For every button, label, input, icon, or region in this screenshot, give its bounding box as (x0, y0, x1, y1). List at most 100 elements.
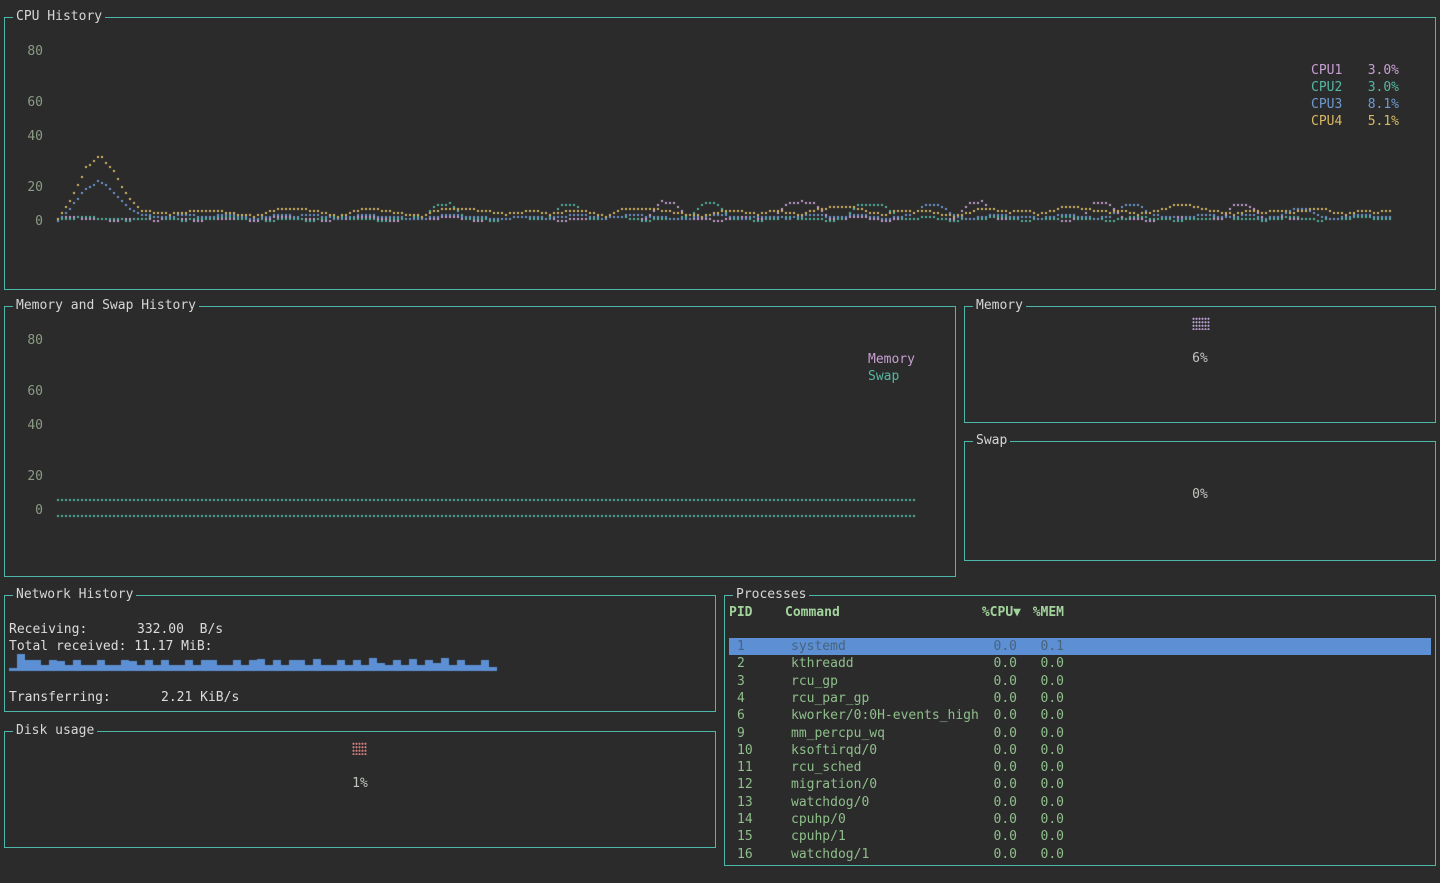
process-pid: 14 (737, 811, 753, 828)
process-mem: 0.0 (1022, 759, 1064, 776)
process-pid: 12 (737, 776, 753, 793)
process-row[interactable]: 16 watchdog/1 0.0 0.0 (729, 846, 1431, 863)
mem-swap-history-panel: Memory and Swap History 806040200 Memory… (4, 306, 956, 577)
process-row[interactable]: 10ksoftirqd/00.00.0 (729, 742, 1431, 759)
cpu-legend-name: CPU3 (1311, 96, 1342, 113)
y-axis-tick: 0 (13, 214, 43, 230)
process-pid: 2 (737, 655, 745, 672)
swap-percent: 0% (965, 487, 1435, 502)
processes-title: Processes (733, 587, 809, 603)
y-axis-tick: 80 (13, 333, 43, 349)
disk-usage-panel: Disk usage 1% (4, 731, 716, 848)
memory-title: Memory (973, 298, 1026, 314)
disk-usage-dots-icon (352, 742, 367, 755)
process-pid: 13 (737, 794, 753, 811)
process-command: rcu_par_gp (791, 690, 869, 707)
process-pid: 6 (737, 707, 745, 724)
process-mem: 0.0 (1022, 811, 1064, 828)
process-mem: 0.0 (1022, 673, 1064, 690)
process-table-header: PID Command %CPU▼ %MEM (725, 604, 1435, 621)
process-cpu: 0.0 (975, 828, 1017, 845)
process-row[interactable]: 2 kthreadd 0.0 0.0 (729, 655, 1431, 672)
process-command: cpuhp/0 (791, 811, 846, 828)
y-axis-tick: 80 (13, 44, 43, 60)
process-row[interactable]: 12 migration/0 0.0 0.0 (729, 776, 1431, 793)
network-transferring-value: 2.21 KiB/s (161, 690, 239, 706)
process-command: rcu_sched (791, 759, 861, 776)
process-cpu: 0.0 (975, 690, 1017, 707)
mem-swap-legend-item: Swap (868, 368, 915, 385)
process-row[interactable]: 13watchdog/00.00.0 (729, 794, 1431, 811)
process-mem: 0.0 (1022, 725, 1064, 742)
cpu-legend-name: CPU4 (1311, 113, 1342, 130)
process-pid: 16 (737, 846, 753, 863)
process-pid: 10 (737, 742, 753, 759)
memory-panel: Memory 6% (964, 306, 1436, 423)
process-cpu: 0.0 (975, 846, 1017, 863)
process-command: watchdog/0 (791, 794, 869, 811)
system-monitor-screen: CPU History 806040200 CPU13.0%CPU23.0%CP… (0, 0, 1440, 883)
y-axis-tick: 60 (13, 384, 43, 400)
process-row[interactable]: 4 rcu_par_gp 0.0 0.0 (729, 690, 1431, 707)
process-row[interactable]: 14cpuhp/00.00.0 (729, 811, 1431, 828)
process-cpu: 0.0 (975, 655, 1017, 672)
y-axis-tick: 20 (13, 469, 43, 485)
process-mem: 0.0 (1022, 707, 1064, 724)
swap-panel: Swap 0% (964, 441, 1436, 561)
memory-percent: 6% (965, 351, 1435, 366)
cpu-legend-value: 5.1% (1368, 113, 1399, 130)
process-mem: 0.0 (1022, 846, 1064, 863)
process-mem: 0.0 (1022, 742, 1064, 759)
process-command: migration/0 (791, 776, 877, 793)
process-pid: 15 (737, 828, 753, 845)
memory-usage-dots-icon (1192, 317, 1210, 330)
process-row[interactable]: 11 rcu_sched 0.0 0.0 (729, 759, 1431, 776)
process-command: kthreadd (791, 655, 854, 672)
cpu-legend-name: CPU2 (1311, 79, 1342, 96)
cpu-history-panel: CPU History 806040200 CPU13.0%CPU23.0%CP… (4, 17, 1436, 290)
process-mem: 0.0 (1022, 690, 1064, 707)
process-pid: 3 (737, 673, 745, 690)
process-pid: 1 (737, 638, 745, 655)
process-pid: 9 (737, 725, 745, 742)
process-command: cpuhp/1 (791, 828, 846, 845)
process-command: rcu_gp (791, 673, 838, 690)
y-axis-tick: 20 (13, 180, 43, 196)
process-cpu: 0.0 (975, 794, 1017, 811)
cpu-history-chart (5, 18, 1433, 287)
cpu-legend-item: CPU23.0% (1311, 79, 1399, 96)
process-mem: 0.0 (1022, 828, 1064, 845)
process-cpu: 0.0 (975, 707, 1017, 724)
column-cpu[interactable]: %CPU▼ (965, 604, 1021, 621)
cpu-legend-value: 8.1% (1368, 96, 1399, 113)
column-command[interactable]: Command (785, 604, 840, 621)
y-axis-tick: 60 (13, 95, 43, 111)
process-row[interactable]: 3rcu_gp0.00.0 (729, 673, 1431, 690)
processes-panel: Processes PID Command %CPU▼ %MEM 1system… (724, 595, 1436, 866)
cpu-legend-item: CPU3 8.1% (1311, 96, 1399, 113)
process-row[interactable]: 6kworker/0:0H-events_high0.00.0 (729, 707, 1431, 724)
disk-percent: 1% (5, 776, 715, 791)
process-command: kworker/0:0H-events_high (791, 707, 979, 724)
cpu-legend: CPU13.0%CPU23.0%CPU38.1%CPU45.1% (1311, 62, 1399, 130)
column-mem[interactable]: %MEM (1022, 604, 1064, 621)
process-row[interactable]: 9mm_percpu_wq0.00.0 (729, 725, 1431, 742)
column-pid[interactable]: PID (729, 604, 752, 621)
y-axis-tick: 0 (13, 503, 43, 519)
disk-usage-title: Disk usage (13, 723, 97, 739)
process-row[interactable]: 1systemd0.00.1 (729, 638, 1431, 655)
process-cpu: 0.0 (975, 759, 1017, 776)
process-cpu: 0.0 (975, 725, 1017, 742)
cpu-legend-item: CPU4 5.1% (1311, 113, 1399, 130)
process-cpu: 0.0 (975, 776, 1017, 793)
process-row[interactable]: 15 cpuhp/1 0.0 0.0 (729, 828, 1431, 845)
swap-title: Swap (973, 433, 1010, 449)
process-mem: 0.0 (1022, 655, 1064, 672)
process-command: watchdog/1 (791, 846, 869, 863)
process-pid: 11 (737, 759, 753, 776)
process-pid: 4 (737, 690, 745, 707)
y-axis-tick: 40 (13, 418, 43, 434)
process-mem: 0.0 (1022, 776, 1064, 793)
y-axis-tick: 40 (13, 129, 43, 145)
mem-swap-legend: MemorySwap (868, 351, 915, 385)
